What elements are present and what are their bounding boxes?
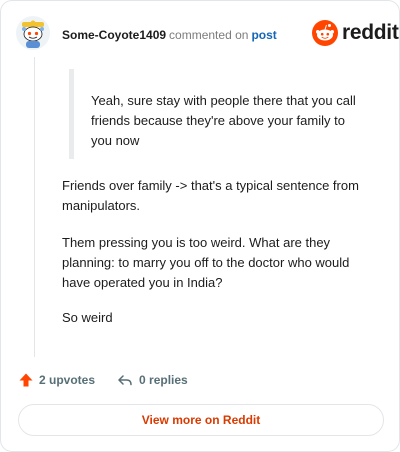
reply-arrow-icon: [118, 375, 132, 386]
embedded-comment-card: Some-Coyote1409 commented on post reddit Y…: [0, 0, 400, 452]
comment-paragraph: Them pressing you is too weird. What are…: [62, 235, 350, 290]
reddit-logo[interactable]: reddit: [312, 20, 399, 46]
snoo-avatar-icon: [16, 16, 50, 50]
thread-line: [34, 57, 35, 357]
upvote-count: 2 upvotes: [39, 373, 96, 387]
comment-paragraph: Friends over family -> that's a typical …: [62, 178, 359, 213]
username[interactable]: Some-Coyote1409: [62, 28, 166, 42]
comment-header: Some-Coyote1409 commented on post: [62, 27, 277, 43]
reddit-wordmark: reddit: [342, 21, 399, 44]
view-more-button[interactable]: View more on Reddit: [18, 404, 384, 436]
reply-count: 0 replies: [139, 373, 188, 387]
comment-actions: 2 upvotes 0 replies: [18, 369, 188, 391]
comment-paragraph: So weird: [62, 310, 113, 325]
commented-on-label: commented on: [169, 28, 249, 42]
avatar[interactable]: [16, 16, 50, 50]
reply-action[interactable]: 0 replies: [95, 372, 188, 388]
blockquote: Yeah, sure stay with people there that y…: [69, 69, 369, 159]
reddit-snoo-icon: [312, 20, 338, 46]
upvote-arrow-icon: [19, 373, 33, 387]
quote-text: Yeah, sure stay with people there that y…: [91, 93, 356, 148]
post-link[interactable]: post: [251, 28, 276, 42]
upvote-action[interactable]: 2 upvotes: [18, 372, 95, 388]
